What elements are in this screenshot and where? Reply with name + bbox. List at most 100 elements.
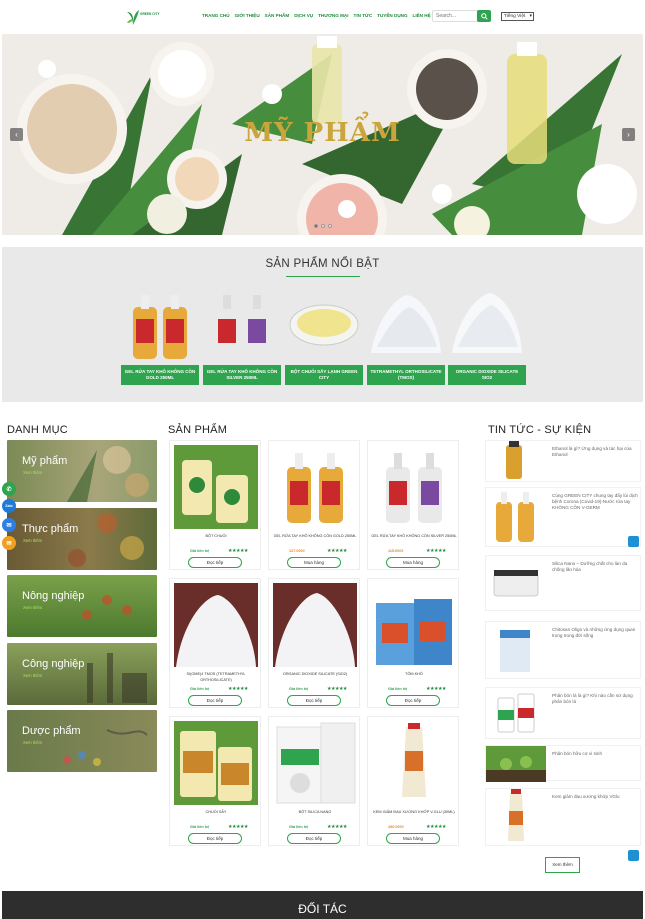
product-name: BỘT CHUỐI (205, 534, 227, 538)
news-title[interactable]: Ethanol là gì? Ứng dụng và tác hại của E… (552, 446, 640, 458)
featured-item[interactable]: BỘT CHUỐI SẤY LẠNH GREEN CITY (285, 287, 363, 385)
email-button[interactable]: ✉ (2, 536, 16, 550)
logo[interactable]: GREEN CITY (126, 7, 162, 27)
zalo-button[interactable]: Zalo (2, 499, 16, 513)
product-card[interactable]: GEL RỬA TAY KHÔ KHÔNG CỒN GOLD 250ML 127… (268, 440, 360, 570)
news-item[interactable]: Ethanol là gì? Ứng dụng và tác hại của E… (485, 440, 641, 482)
news-item[interactable]: Silica Nano – Dưỡng chất cho làn da chốn… (485, 555, 641, 611)
title-underline (286, 276, 360, 277)
category-industry[interactable]: Công nghiệp Xem thêm (7, 643, 157, 705)
hero-slider: MỸ PHẨM ‹ › (2, 34, 643, 235)
slider-dot[interactable] (321, 224, 325, 228)
news-title[interactable]: Phân bón lá là gì? Khi nào cần sử dụng p… (552, 693, 640, 705)
product-card[interactable]: ORGANIC DIOXIDE SILICATE (SIO2) Giá liên… (268, 578, 360, 708)
featured-item[interactable]: TETRAMETHYL ORTHOSILICATE (TMOS) (367, 287, 445, 385)
buy-button[interactable]: Mua hàng (287, 557, 341, 568)
news-item[interactable]: Phân bón hữu cơ vi sinh (485, 745, 641, 782)
product-card[interactable]: BỘT CHUỐI Giá liên hệ ★★★★★ Đọc tiếp (169, 440, 261, 570)
read-more-button[interactable]: Đọc tiếp (188, 557, 242, 568)
chevron-right-icon: › (627, 130, 630, 139)
nav-news[interactable]: TIN TỨC (354, 13, 373, 18)
product-price: Giá liên hệ (190, 687, 210, 691)
category-more-link[interactable]: Xem thêm (23, 538, 42, 543)
slider-dot[interactable] (314, 224, 318, 228)
featured-item[interactable]: GEL RỬA TAY KHÔ KHÔNG CỒN GOLD 250ML (121, 287, 199, 385)
news-title[interactable]: Phân bón hữu cơ vi sinh (552, 751, 640, 757)
nav-about[interactable]: GIỚI THIỆU (235, 13, 260, 18)
slider-prev-button[interactable]: ‹ (10, 128, 23, 141)
rating-stars: ★★★★★ (327, 548, 347, 554)
phone-button[interactable]: ✆ (2, 482, 16, 496)
messenger-button[interactable]: ✉ (2, 518, 16, 532)
product-price: Giá liên hệ (190, 825, 210, 829)
category-more-link[interactable]: Xem thêm (23, 470, 42, 475)
product-image (372, 721, 456, 805)
nav-products[interactable]: SẢN PHẨM (265, 13, 290, 18)
category-more-link[interactable]: Xem thêm (23, 673, 42, 678)
news-thumbnail (486, 789, 546, 847)
news-item[interactable]: Kem giảm đau xương khớp VGlu (485, 788, 641, 846)
news-item[interactable]: Cùng GREEN CITY chung tay đẩy lùi dịch b… (485, 487, 641, 547)
featured-item-label: GEL RỬA TAY KHÔ KHÔNG CỒN SILVER 250ML (203, 365, 281, 385)
nav-services[interactable]: DỊCH VỤ (294, 13, 313, 18)
language-select[interactable]: Tiếng Việt (501, 12, 534, 21)
featured-title: SẢN PHẨM NỔI BẬT (265, 258, 380, 270)
zalo-icon: Zalo (5, 504, 13, 508)
scroll-up-button[interactable] (628, 850, 639, 861)
product-card[interactable]: GEL RỬA TAY KHÔ KHÔNG CỒN SILVER 250ML 1… (367, 440, 459, 570)
rating-stars: ★★★★★ (327, 686, 347, 692)
nav-trade[interactable]: THƯƠNG MẠI (318, 13, 348, 18)
slider-dot[interactable] (328, 224, 332, 228)
scroll-up-button[interactable] (628, 536, 639, 547)
product-image (372, 583, 456, 667)
news-title[interactable]: Silica Nano – Dưỡng chất cho làn da chốn… (552, 561, 640, 573)
rating-stars: ★★★★★ (426, 548, 446, 554)
featured-item[interactable]: ORGANIC DIOXIDE SILICATE SIO2 (448, 287, 526, 385)
product-price: Giá liên hệ (388, 687, 408, 691)
buy-button[interactable]: Mua hàng (386, 833, 440, 844)
news-item[interactable]: Phân bón lá là gì? Khi nào cần sử dụng p… (485, 687, 641, 739)
product-image (285, 287, 363, 363)
product-card[interactable]: BỘT SILICA NANO Giá liên hệ ★★★★★ Đọc ti… (268, 716, 360, 846)
product-card[interactable]: SI(OME)4 TMOS (TETRAMETHYL ORTHOSILICATE… (169, 578, 261, 708)
rating-stars: ★★★★★ (327, 824, 347, 830)
read-more-button[interactable]: Đọc tiếp (386, 695, 440, 706)
product-price: Giá liên hệ (190, 549, 210, 553)
product-card[interactable]: CHUỐI SẤY Giá liên hệ ★★★★★ Đọc tiếp (169, 716, 261, 846)
category-name: Thực phẩm (22, 523, 79, 535)
read-more-button[interactable]: Đọc tiếp (287, 833, 341, 844)
news-thumbnail (486, 746, 546, 782)
category-food[interactable]: Thực phẩm Xem thêm (7, 508, 157, 570)
product-image (448, 287, 526, 363)
product-card[interactable]: TÔM KHÔ Giá liên hệ ★★★★★ Đọc tiếp (367, 578, 459, 708)
product-name: GEL RỬA TAY KHÔ KHÔNG CỒN SILVER 250ML (371, 534, 457, 538)
news-title[interactable]: Chitosan Oligo và những ứng dụng quan tr… (552, 627, 640, 639)
category-cosmetics[interactable]: Mỹ phẩm Xem thêm (7, 440, 157, 502)
news-thumbnail (486, 488, 546, 548)
read-more-button[interactable]: Đọc tiếp (287, 695, 341, 706)
nav-home[interactable]: TRANG CHỦ (202, 13, 230, 18)
news-thumbnail (486, 441, 546, 483)
news-title[interactable]: Cùng GREEN CITY chung tay đẩy lùi dịch b… (552, 493, 640, 511)
slider-next-button[interactable]: › (622, 128, 635, 141)
product-name: GEL RỬA TAY KHÔ KHÔNG CỒN GOLD 250ML (273, 534, 357, 538)
category-agriculture[interactable]: Nông nghiệp Xem thêm (7, 575, 157, 637)
nav-contact[interactable]: LIÊN HỆ (413, 13, 431, 18)
product-image (372, 445, 456, 529)
featured-item[interactable]: GEL RỬA TAY KHÔ KHÔNG CỒN SILVER 250ML (203, 287, 281, 385)
category-more-link[interactable]: Xem thêm (23, 740, 42, 745)
read-more-button[interactable]: Đọc tiếp (188, 833, 242, 844)
buy-button[interactable]: Mua hàng (386, 557, 440, 568)
nav-careers[interactable]: TUYỂN DỤNG (377, 13, 407, 18)
read-more-button[interactable]: Đọc tiếp (188, 695, 242, 706)
news-item[interactable]: Chitosan Oligo và những ứng dụng quan tr… (485, 621, 641, 679)
product-card[interactable]: KEM GIẢM ĐAU XƯƠNG KHỚP V-GLU (30ML) 490… (367, 716, 459, 846)
category-more-link[interactable]: Xem thêm (23, 605, 42, 610)
category-name: Mỹ phẩm (22, 455, 68, 467)
news-title[interactable]: Kem giảm đau xương khớp VGlu (552, 794, 640, 800)
search-input[interactable] (432, 10, 478, 22)
search-button[interactable] (477, 10, 491, 22)
product-price: Giá liên hệ (289, 687, 309, 691)
news-more-button[interactable]: Xem thêm (545, 857, 580, 873)
category-pharma[interactable]: Dược phẩm Xem thêm (7, 710, 157, 772)
